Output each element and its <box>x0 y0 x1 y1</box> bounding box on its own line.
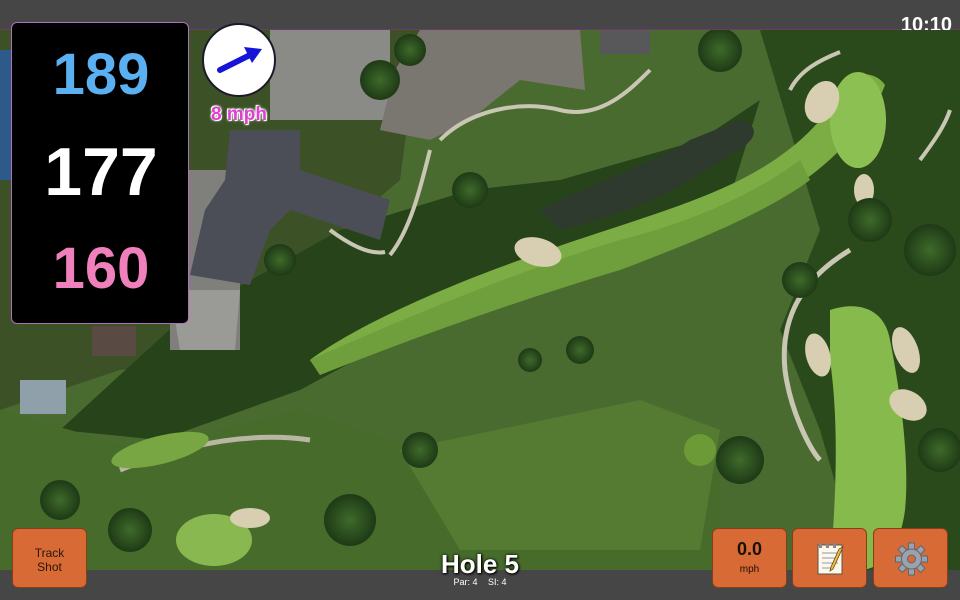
distance-panel[interactable]: 189 177 160 <box>11 22 189 324</box>
arrow-right-icon <box>217 47 262 73</box>
hole-par: Par: 4 <box>453 577 478 587</box>
gear-icon <box>895 542 928 576</box>
distance-front: 160 <box>52 236 150 301</box>
wind-speed-label: 8 mph <box>211 104 267 125</box>
track-shot-label: Track Shot <box>34 546 65 574</box>
notes-button[interactable] <box>792 528 867 588</box>
track-shot-button[interactable]: Track Shot <box>12 528 87 588</box>
wind-button[interactable]: 0.0 mph <box>712 528 787 588</box>
distance-back: 189 <box>52 42 150 107</box>
notepad-icon <box>817 543 844 575</box>
distance-middle: 177 <box>44 134 158 210</box>
hole-stroke-index: SI: 4 <box>488 577 507 587</box>
hole-details: Par: 4 SI: 4 <box>380 577 580 587</box>
golf-gps-screen: 10:10 189 177 160 8 mph Track Shot Hole … <box>0 0 960 600</box>
wind-unit: mph <box>739 564 760 575</box>
wind-value: 0.0 <box>736 539 763 559</box>
wind-direction-indicator <box>202 23 276 97</box>
settings-button[interactable] <box>873 528 948 588</box>
hole-title: Hole 5 <box>440 549 520 579</box>
